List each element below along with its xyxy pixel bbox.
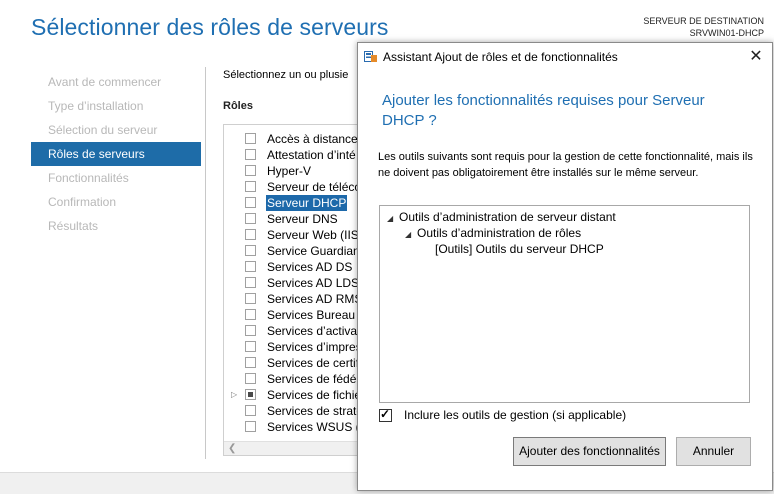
roles-intro-text: Sélectionnez un ou plusie [223,69,349,81]
role-label[interactable]: Services de fichie [266,387,362,403]
nav-item[interactable]: Fonctionnalités [31,166,201,190]
role-row[interactable]: Serveur DHCP [224,195,364,211]
role-checkbox[interactable] [245,421,256,432]
role-label[interactable]: Serveur DHCP [266,195,348,211]
nav-divider [205,67,206,459]
role-checkbox[interactable] [245,357,256,368]
role-row[interactable]: Serveur de téléco [224,179,364,195]
role-label[interactable]: Services de fédéra [266,371,364,387]
tree-expand-icon[interactable]: ◢ [387,211,399,226]
include-tools-label[interactable]: Inclure les outils de gestion (si applic… [404,408,626,422]
wizard-nav: Avant de commencer Type d’installation Sél… [31,70,201,238]
role-label[interactable]: Services de certifi [266,355,363,371]
role-row[interactable]: Services WSUS (W [224,419,364,435]
dialog-heading: Ajouter les fonctionnalités requises pou… [382,92,705,129]
role-label[interactable]: Service Guardian [266,243,361,259]
server-manager-icon [364,51,377,62]
role-label[interactable]: Hyper-V [266,163,312,179]
page-title: Sélectionner des rôles de serveurs [31,14,389,40]
cancel-button[interactable]: Annuler [676,437,751,466]
tree-expand-icon[interactable]: ◢ [405,227,417,242]
roles-list-horizontal-scrollbar[interactable]: ❮ [224,441,364,455]
tree-item-label: [Outils] Outils du serveur DHCP [435,242,604,256]
role-label[interactable]: Serveur DNS [266,211,339,227]
role-checkbox[interactable] [245,309,256,320]
nav-item[interactable]: Rôles de serveurs [31,142,201,166]
role-label[interactable]: Services AD DS [266,259,353,275]
role-label[interactable]: Services de straté [266,403,364,419]
expand-arrow-icon[interactable]: ▷ [231,387,237,403]
role-row[interactable]: Services de certifi [224,355,364,371]
role-label[interactable]: Services d’activati [266,323,364,339]
role-label[interactable]: Serveur de téléco [266,179,362,195]
role-row[interactable]: Serveur DNS [224,211,364,227]
role-row[interactable]: Services d’impres [224,339,364,355]
role-label[interactable]: Services AD LDS ( [266,275,364,291]
nav-item[interactable]: Résultats [31,214,201,238]
nav-item[interactable]: Confirmation [31,190,201,214]
role-row[interactable]: Services Bureau à [224,307,364,323]
role-label[interactable]: Services AD RMS [266,291,363,307]
role-row[interactable]: Hyper-V [224,163,364,179]
role-row[interactable]: Services de straté [224,403,364,419]
role-label[interactable]: Services Bureau à [266,307,364,323]
role-row[interactable]: Services de fédéra [224,371,364,387]
tree-item-label: Outils d’administration de serveur dista… [399,210,616,224]
role-row[interactable]: ▷ Services de fichie [224,387,364,403]
role-label[interactable]: Services d’impres [266,339,363,355]
role-checkbox[interactable] [245,213,256,224]
role-label[interactable]: Accès à distance [266,131,359,147]
dialog-title: Assistant Ajout de rôles et de fonctionn… [383,50,618,64]
role-checkbox[interactable] [245,293,256,304]
role-checkbox[interactable] [245,181,256,192]
role-checkbox[interactable] [245,149,256,160]
role-checkbox[interactable] [245,261,256,272]
role-checkbox[interactable] [245,133,256,144]
role-checkbox[interactable] [245,373,256,384]
nav-item[interactable]: Type d’installation [31,94,201,118]
add-features-dialog: Assistant Ajout de rôles et de fonctionn… [357,42,773,491]
required-features-tree[interactable]: ◢ Outils d’administration de serveur dist… [379,205,750,403]
role-checkbox[interactable] [245,197,256,208]
dialog-description: Les outils suivants sont requis pour la … [378,151,753,179]
role-row[interactable]: Serveur Web (IIS) [224,227,364,243]
tree-item[interactable]: [Outils] Outils du serveur DHCP [423,242,604,257]
destination-server-info: SERVEUR DE DESTINATION SRVWIN01-DHCP [643,15,764,39]
roles-header: Rôles [223,100,253,112]
tree-item-label: Outils d’administration de rôles [417,226,582,240]
role-checkbox[interactable] [245,245,256,256]
roles-list[interactable]: Accès à distance Attestation d’inté Hyper-… [223,124,365,456]
role-checkbox[interactable] [245,405,256,416]
nav-item[interactable]: Avant de commencer [31,70,201,94]
destination-server-name: SRVWIN01-DHCP [689,28,764,38]
tree-item[interactable]: ◢ Outils d’administration de rôles [405,226,581,242]
scroll-left-icon[interactable]: ❮ [228,442,236,455]
role-checkbox[interactable] [245,165,256,176]
role-checkbox[interactable] [245,341,256,352]
role-row[interactable]: Attestation d’inté [224,147,364,163]
role-checkbox[interactable] [245,325,256,336]
dialog-titlebar[interactable]: Assistant Ajout de rôles et de fonctionn… [358,43,772,71]
role-checkbox[interactable] [245,277,256,288]
nav-item[interactable]: Sélection du serveur [31,118,201,142]
role-checkbox[interactable] [245,389,256,400]
role-row[interactable]: Services AD LDS ( [224,275,364,291]
role-row[interactable]: Services AD DS [224,259,364,275]
role-label[interactable]: Attestation d’inté [266,147,357,163]
role-row[interactable]: Accès à distance [224,131,364,147]
role-label[interactable]: Serveur Web (IIS) [266,227,364,243]
role-row[interactable]: Service Guardian [224,243,364,259]
role-row[interactable]: Services AD RMS [224,291,364,307]
role-checkbox[interactable] [245,229,256,240]
role-row[interactable]: Services d’activati [224,323,364,339]
tree-item[interactable]: ◢ Outils d’administration de serveur dist… [387,210,616,226]
include-tools-checkbox[interactable] [379,407,392,422]
role-label[interactable]: Services WSUS (W [266,419,364,435]
close-icon[interactable]: ✕ [748,46,764,66]
add-features-button[interactable]: Ajouter des fonctionnalités [513,437,666,466]
destination-label: SERVEUR DE DESTINATION [643,16,764,26]
